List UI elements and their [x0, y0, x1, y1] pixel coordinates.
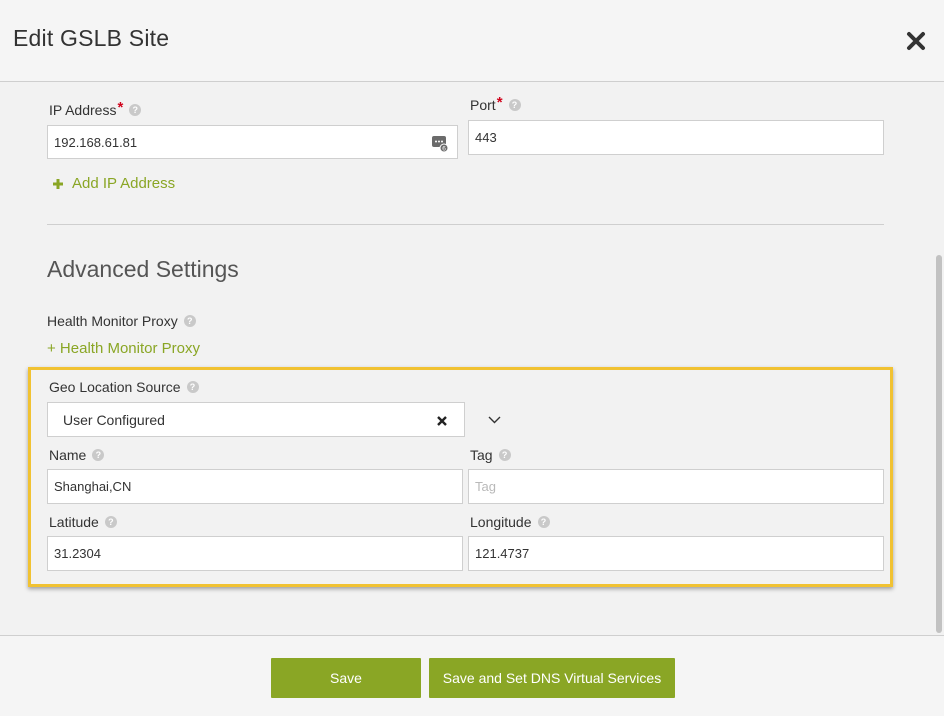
ip-address-label: IP Address * ? [49, 99, 142, 118]
ip-type-icon[interactable]: 6 [431, 134, 449, 152]
close-icon [907, 32, 925, 50]
longitude-value: 121.4737 [475, 546, 530, 561]
add-health-monitor-proxy-link[interactable]: + Health Monitor Proxy [47, 340, 200, 357]
ip-address-input[interactable]: 192.168.61.81 6 [47, 125, 458, 159]
port-value: 443 [475, 130, 497, 145]
ip-address-value: 192.168.61.81 [54, 134, 138, 150]
save-button[interactable]: Save [271, 658, 421, 698]
latitude-value: 31.2304 [54, 546, 101, 561]
section-divider [47, 224, 884, 225]
name-value: Shanghai,CN [54, 479, 132, 494]
help-icon[interactable]: ? [104, 516, 117, 528]
health-monitor-proxy-label-text: Health Monitor Proxy [47, 313, 178, 329]
latitude-label: Latitude ? [49, 514, 117, 530]
help-icon[interactable]: ? [129, 103, 142, 116]
help-icon[interactable]: ? [183, 315, 196, 327]
help-icon[interactable]: ? [92, 449, 105, 461]
help-icon[interactable]: ? [498, 449, 511, 461]
tag-placeholder: Tag [475, 479, 496, 494]
dialog-title: Edit GSLB Site [13, 25, 170, 51]
longitude-label-text: Longitude [470, 514, 532, 530]
latitude-input[interactable]: 31.2304 [47, 536, 463, 571]
latitude-label-text: Latitude [49, 514, 99, 530]
dialog-footer: Save Save and Set DNS Virtual Services [0, 635, 944, 716]
clear-icon[interactable] [437, 416, 447, 426]
geo-location-source-label: Geo Location Source ? [49, 379, 199, 395]
scrollbar-thumb[interactable] [936, 255, 942, 633]
name-label: Name ? [49, 447, 105, 463]
dialog-header: Edit GSLB Site [0, 0, 944, 82]
help-icon[interactable]: ? [508, 98, 521, 111]
port-label: Port * ? [470, 94, 521, 113]
add-ip-address-link[interactable]: Add IP Address [52, 175, 175, 192]
help-icon[interactable]: ? [537, 516, 550, 528]
chevron-down-icon[interactable] [488, 416, 501, 424]
ip-address-label-text: IP Address [49, 101, 117, 118]
tag-label: Tag ? [470, 447, 511, 463]
svg-text:6: 6 [442, 145, 446, 152]
save-and-set-dns-button[interactable]: Save and Set DNS Virtual Services [429, 658, 675, 698]
add-ip-address-label: Add IP Address [72, 175, 176, 192]
longitude-label: Longitude ? [470, 514, 550, 530]
longitude-input[interactable]: 121.4737 [468, 536, 884, 571]
port-input[interactable]: 443 [468, 120, 884, 155]
help-icon[interactable]: ? [186, 381, 199, 393]
geo-location-source-value: User Configured [63, 411, 165, 428]
tag-input[interactable]: Tag [468, 469, 884, 504]
name-input[interactable]: Shanghai,CN [47, 469, 463, 504]
tag-label-text: Tag [470, 447, 493, 463]
name-label-text: Name [49, 447, 87, 463]
geo-location-source-select[interactable]: User Configured [47, 402, 501, 437]
health-monitor-proxy-label: Health Monitor Proxy ? [47, 313, 196, 329]
geo-location-source-label-text: Geo Location Source [49, 379, 181, 395]
close-button[interactable] [905, 30, 927, 52]
port-label-text: Port [470, 96, 496, 113]
required-mark: * [496, 94, 503, 111]
required-mark: * [117, 99, 124, 116]
advanced-settings-title: Advanced Settings [47, 256, 239, 282]
plus-icon [53, 178, 63, 189]
